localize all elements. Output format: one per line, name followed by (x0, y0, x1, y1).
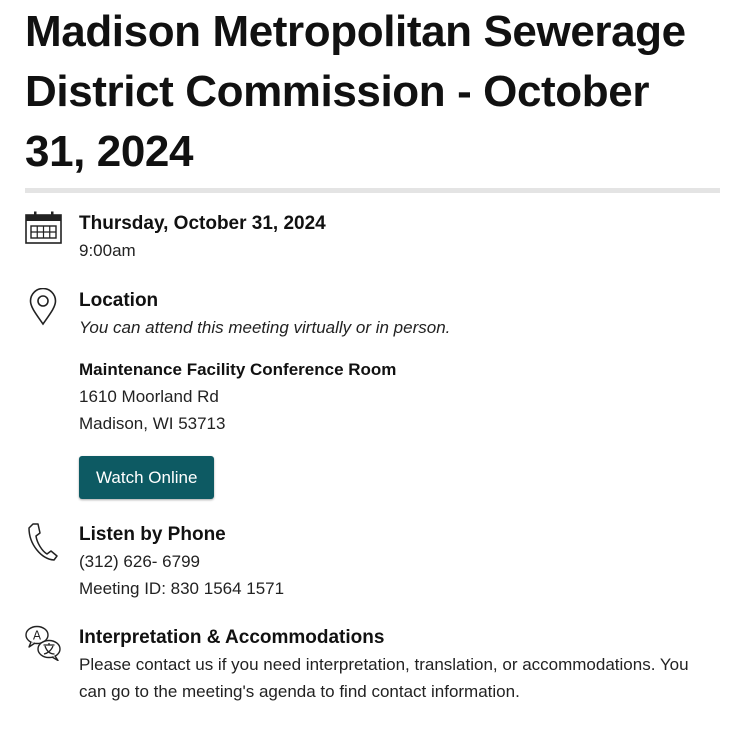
phone-icon (25, 522, 79, 602)
map-pin-icon (25, 288, 79, 499)
attendance-note: You can attend this meeting virtually or… (79, 318, 451, 337)
date-section: Thursday, October 31, 2024 9:00am (25, 211, 720, 264)
phone-number[interactable]: (312) 626- 6799 (79, 548, 720, 575)
interpretation-section: A Interpretation & Accommodations Please… (25, 625, 720, 705)
page-title: Madison Metropolitan Sewerage District C… (25, 7, 686, 176)
venue-name: Maintenance Facility Conference Room (79, 360, 397, 379)
location-heading: Location (79, 290, 159, 311)
interpretation-heading: Interpretation & Accommodations (79, 627, 385, 648)
watch-online-button[interactable]: Watch Online (79, 456, 215, 499)
calendar-icon (25, 211, 79, 264)
meeting-page: Madison Metropolitan Sewerage District C… (0, 0, 733, 705)
location-section: Location You can attend this meeting vir… (25, 288, 720, 499)
meeting-date: Thursday, October 31, 2024 (79, 213, 326, 234)
meeting-time: 9:00am (79, 241, 136, 260)
title-divider (25, 188, 720, 193)
svg-text:A: A (33, 629, 42, 643)
phone-heading: Listen by Phone (79, 524, 226, 545)
translate-icon: A (25, 625, 79, 705)
venue-city: Madison, WI 53713 (79, 414, 226, 433)
venue-street: 1610 Moorland Rd (79, 387, 219, 406)
phone-section: Listen by Phone (312) 626- 6799 Meeting … (25, 522, 720, 602)
meeting-id: Meeting ID: 830 1564 1571 (79, 579, 285, 598)
interpretation-text: Please contact us if you need interpreta… (79, 655, 689, 701)
